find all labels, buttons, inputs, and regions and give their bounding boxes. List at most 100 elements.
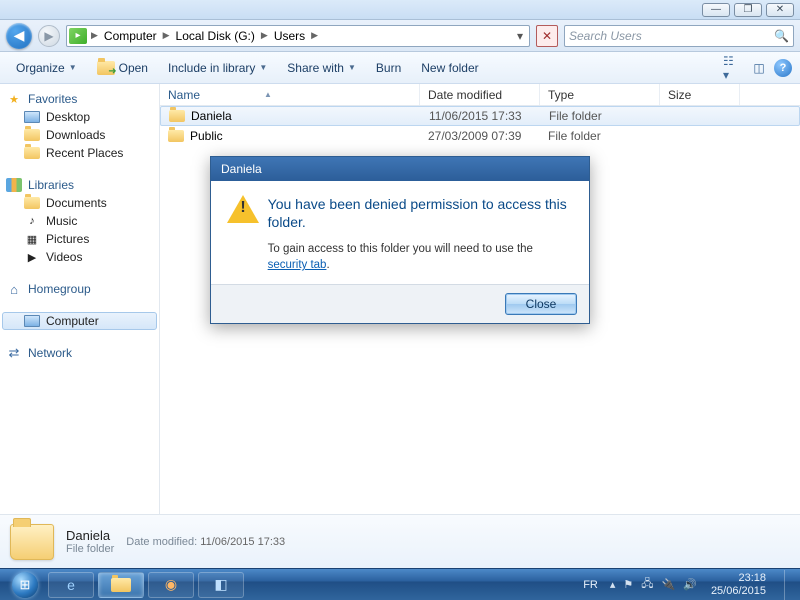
details-name: Daniela (66, 528, 114, 543)
folder-large-icon (10, 524, 54, 560)
folder-icon (24, 197, 40, 209)
window-titlebar: — ❐ ✕ (0, 0, 800, 20)
language-indicator[interactable]: FR (579, 579, 602, 591)
folder-icon (168, 130, 184, 142)
address-dropdown-icon[interactable]: ▾ (513, 29, 527, 43)
breadcrumb-disk[interactable]: Local Disk (G:) (172, 29, 259, 43)
details-type: File folder (66, 543, 114, 555)
libraries-icon (6, 178, 22, 192)
chevron-right-icon[interactable]: ▶ (89, 30, 100, 41)
chevron-right-icon[interactable]: ▶ (309, 30, 320, 41)
maximize-button[interactable]: ❐ (734, 3, 762, 17)
security-tab-link[interactable]: security tab (268, 259, 327, 271)
network-icon: ⇄ (6, 346, 22, 360)
chevron-right-icon[interactable]: ▶ (259, 30, 270, 41)
open-button[interactable]: ➜ Open (89, 58, 156, 78)
taskbar-ie[interactable]: e (48, 572, 94, 598)
file-row[interactable]: Public 27/03/2009 07:39 File folder (160, 126, 800, 146)
dialog-body: To gain access to this folder you will n… (268, 241, 573, 273)
nav-row: ◀ ▶ ▸ ▶ Computer ▶ Local Disk (G:) ▶ Use… (0, 20, 800, 52)
location-icon: ▸ (69, 28, 87, 44)
media-player-icon: ◉ (165, 576, 177, 593)
dialog-title[interactable]: Daniela (211, 157, 589, 181)
libraries-header[interactable]: Libraries (2, 176, 157, 194)
nav-desktop[interactable]: Desktop (2, 108, 157, 126)
dialog-heading: You have been denied permission to acces… (268, 195, 573, 231)
include-library-menu[interactable]: Include in library▼ (160, 58, 275, 78)
col-type[interactable]: Type (540, 84, 660, 105)
view-options-button[interactable]: ☷ ▾ (722, 59, 744, 77)
ie-icon: e (67, 577, 75, 593)
nav-pictures[interactable]: ▦Pictures (2, 230, 157, 248)
preview-pane-button[interactable]: ◫ (748, 59, 770, 77)
burn-button[interactable]: Burn (368, 58, 409, 78)
start-button[interactable] (6, 571, 44, 599)
videos-icon: ▶ (24, 250, 40, 264)
nav-music[interactable]: ♪Music (2, 212, 157, 230)
folder-icon (111, 578, 131, 592)
nav-videos[interactable]: ▶Videos (2, 248, 157, 266)
new-folder-button[interactable]: New folder (413, 58, 486, 78)
taskbar-explorer[interactable] (98, 572, 144, 598)
tray-power-icon[interactable]: 🔌 (662, 578, 676, 591)
nav-back-button[interactable]: ◀ (6, 23, 32, 49)
taskbar-clock[interactable]: 23:18 25/06/2015 (705, 572, 772, 597)
address-stop-button[interactable]: ✕ (536, 25, 558, 47)
search-input[interactable]: Search Users 🔍 (564, 25, 794, 47)
file-type: File folder (541, 109, 661, 123)
nav-documents[interactable]: Documents (2, 194, 157, 212)
favorites-header[interactable]: ★Favorites (2, 90, 157, 108)
col-name[interactable]: Name▲ (160, 84, 420, 105)
dialog-close-button[interactable]: Close (505, 293, 577, 315)
share-with-menu[interactable]: Share with▼ (279, 58, 364, 78)
nav-computer[interactable]: Computer (2, 312, 157, 330)
organize-menu[interactable]: Organize▼ (8, 58, 85, 78)
window-close-button[interactable]: ✕ (766, 3, 794, 17)
file-type: File folder (540, 129, 660, 143)
system-tray: FR ▴ ⚑ 🖧 🔌 🔊 23:18 25/06/2015 (579, 570, 794, 600)
search-icon[interactable]: 🔍 (774, 29, 789, 43)
breadcrumb-computer[interactable]: Computer (100, 29, 161, 43)
minimize-button[interactable]: — (702, 3, 730, 17)
taskbar: e ◉ ◧ FR ▴ ⚑ 🖧 🔌 🔊 23:18 25/06/2015 (0, 568, 800, 600)
sort-asc-icon: ▲ (264, 90, 272, 99)
file-date: 27/03/2009 07:39 (420, 129, 540, 143)
file-row[interactable]: Daniela 11/06/2015 17:33 File folder (160, 106, 800, 126)
folder-icon (169, 110, 185, 122)
tray-flag-icon[interactable]: ⚑ (623, 578, 633, 591)
command-bar: Organize▼ ➜ Open Include in library▼ Sha… (0, 52, 800, 84)
pictures-icon: ▦ (24, 232, 40, 246)
nav-network[interactable]: ⇄Network (2, 344, 157, 362)
taskbar-mediaplayer[interactable]: ◉ (148, 572, 194, 598)
search-placeholder: Search Users (569, 29, 642, 43)
col-date[interactable]: Date modified (420, 84, 540, 105)
folder-icon (24, 129, 40, 141)
star-icon: ★ (6, 92, 22, 106)
breadcrumb-users[interactable]: Users (270, 29, 309, 43)
nav-homegroup[interactable]: ⌂Homegroup (2, 280, 157, 298)
tray-show-hidden-icon[interactable]: ▴ (610, 578, 616, 591)
navigation-pane: ★Favorites Desktop Downloads Recent Plac… (0, 84, 160, 514)
nav-forward-button[interactable]: ▶ (38, 25, 60, 47)
file-name: Public (190, 129, 223, 143)
folder-open-icon: ➜ (97, 61, 115, 75)
chevron-down-icon: ▼ (69, 63, 77, 72)
windows-orb-icon (12, 572, 38, 598)
column-headers: Name▲ Date modified Type Size (160, 84, 800, 106)
help-button[interactable]: ? (774, 59, 792, 77)
taskbar-app[interactable]: ◧ (198, 572, 244, 598)
desktop-icon (24, 111, 40, 123)
nav-recent[interactable]: Recent Places (2, 144, 157, 162)
app-icon: ◧ (214, 576, 227, 593)
file-name: Daniela (191, 109, 232, 123)
show-desktop-button[interactable] (784, 570, 794, 600)
details-pane: Daniela File folder Date modified: 11/06… (0, 514, 800, 568)
address-bar[interactable]: ▸ ▶ Computer ▶ Local Disk (G:) ▶ Users ▶… (66, 25, 530, 47)
chevron-right-icon[interactable]: ▶ (161, 30, 172, 41)
nav-downloads[interactable]: Downloads (2, 126, 157, 144)
tray-volume-icon[interactable]: 🔊 (683, 578, 697, 591)
chevron-down-icon: ▼ (259, 63, 267, 72)
music-icon: ♪ (24, 214, 40, 228)
col-size[interactable]: Size (660, 84, 740, 105)
tray-network-icon[interactable]: 🖧 (641, 575, 653, 594)
